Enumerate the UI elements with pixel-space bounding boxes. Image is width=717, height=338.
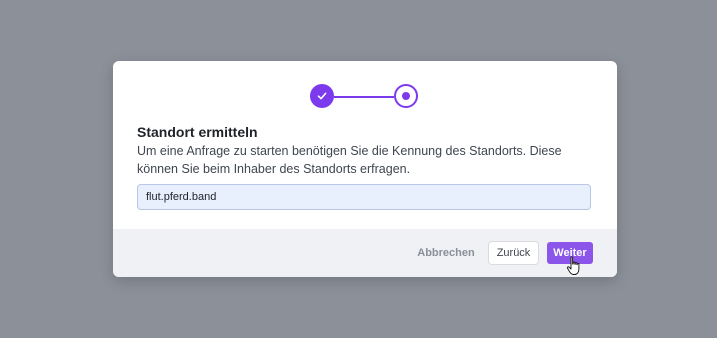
dialog-description: Um eine Anfrage zu starten benötigen Sie… xyxy=(137,144,562,176)
step-connector xyxy=(334,96,394,98)
back-button[interactable]: Zurück xyxy=(489,242,538,264)
location-id-input[interactable] xyxy=(137,184,591,210)
check-icon xyxy=(317,92,327,100)
stepper xyxy=(310,84,420,110)
cancel-button[interactable]: Abbrechen xyxy=(413,242,479,264)
dot-icon xyxy=(402,92,410,100)
next-button[interactable]: Weiter xyxy=(547,242,593,264)
dialog-footer: Abbrechen Zurück Weiter xyxy=(113,229,617,277)
dialog: Standort ermitteln Um eine Anfrage zu st… xyxy=(113,61,617,277)
step-current xyxy=(394,84,418,108)
dialog-title: Standort ermitteln xyxy=(137,124,258,140)
step-completed xyxy=(310,84,334,108)
